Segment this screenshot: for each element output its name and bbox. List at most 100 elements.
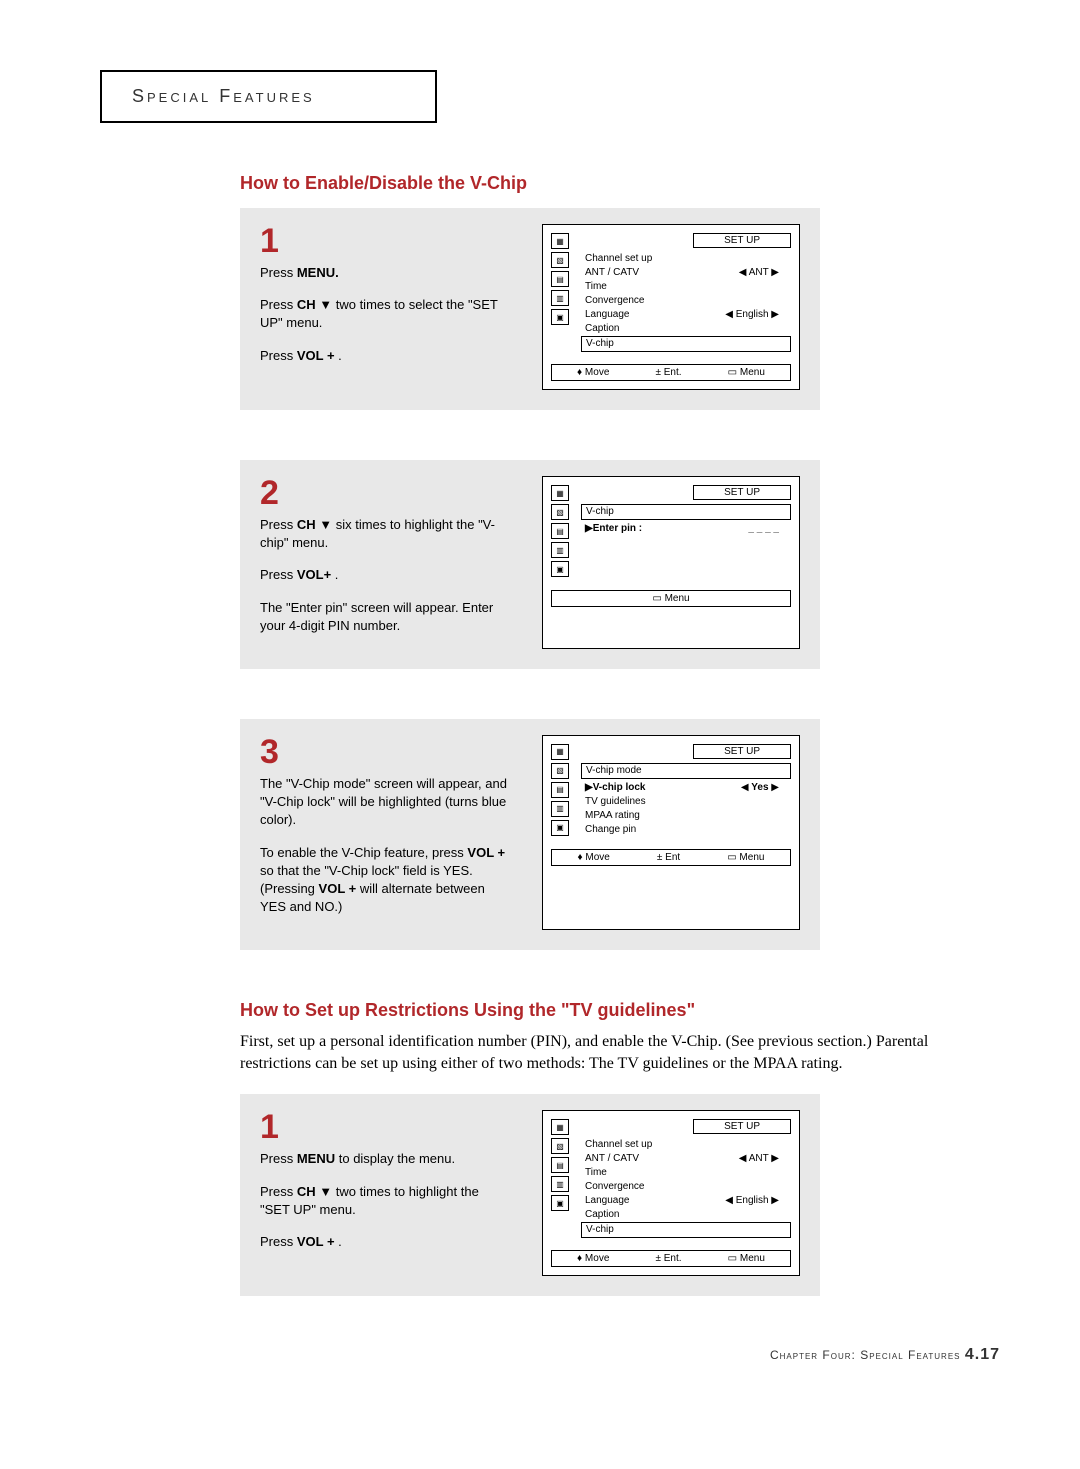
step-number: 1: [260, 1110, 510, 1144]
step-block: 3 The "V-Chip mode" screen will appear, …: [240, 719, 820, 950]
osd-side-icon: ▣: [551, 561, 569, 577]
osd-side-icon: ▣: [551, 309, 569, 325]
header-title: Special Features: [132, 86, 315, 106]
osd-side-icon: ▧: [551, 1138, 569, 1154]
osd-side-icon: ▤: [551, 271, 569, 287]
osd-item: ▶Enter pin : _ _ _ _: [581, 522, 791, 536]
osd-item-label: ▶Enter pin :: [585, 522, 642, 536]
page: Special Features How to Enable/Disable t…: [0, 0, 1080, 1404]
osd-footer-item: ▭ Menu: [727, 852, 764, 863]
osd-item: V-chip mode: [581, 763, 791, 779]
step-text-col: 2 Press CH ▼ six times to highlight the …: [260, 476, 510, 649]
osd-side-icon: ▦: [551, 1119, 569, 1135]
osd-footer: ♦ Move± Ent.▭ Menu: [551, 1250, 791, 1267]
osd-item-label: Time: [585, 280, 607, 294]
step-text-col: 1 Press MENU to display the menu.Press C…: [260, 1110, 510, 1276]
osd-footer-item: ± Ent.: [656, 367, 682, 378]
page-footer: Chapter Four: Special Features 4.17: [100, 1346, 1000, 1364]
step-paragraph: Press CH ▼ six times to highlight the "V…: [260, 516, 510, 552]
osd-item: Convergence: [581, 1180, 791, 1194]
step-block: 2 Press CH ▼ six times to highlight the …: [240, 460, 820, 669]
osd-side-icon: ▧: [551, 763, 569, 779]
osd-item: ▶V-chip lock ◀ Yes ▶: [581, 781, 791, 795]
steps-b-container: 1 Press MENU to display the menu.Press C…: [100, 1094, 1000, 1296]
osd-side-icon: ▥: [551, 290, 569, 306]
osd-side-icon: ▣: [551, 1195, 569, 1211]
osd-title: SET UP: [693, 744, 791, 759]
osd-screen: ▦▧▤▥▣ SET UP V-chip mode ▶V-chip lock ◀ …: [542, 735, 800, 930]
osd-item-label: Caption: [585, 322, 619, 336]
step-block: 1 Press MENU. Press CH ▼ two times to sel…: [240, 208, 820, 410]
osd-footer-item: ♦ Move: [578, 852, 610, 863]
osd-side-icon: ▥: [551, 1176, 569, 1192]
step-number: 1: [260, 224, 510, 258]
step-screen-col: ▦▧▤▥▣ SET UP V-chip ▶Enter pin : _ _ _ _…: [510, 476, 800, 649]
step-number: 2: [260, 476, 510, 510]
section-title-2: How to Set up Restrictions Using the "TV…: [240, 1000, 1000, 1021]
step-screen-col: ▦▧▤▥▣ SET UP V-chip mode ▶V-chip lock ◀ …: [510, 735, 800, 930]
osd-item-label: Language: [585, 1194, 630, 1208]
osd-footer-item: ± Ent.: [656, 1253, 682, 1264]
osd-footer: ♦ Move± Ent.▭ Menu: [551, 364, 791, 381]
osd-item: Caption: [581, 1208, 791, 1222]
osd-footer-item: ♦ Move: [577, 1253, 609, 1264]
osd-item-label: TV guidelines: [585, 795, 646, 809]
osd-side-icon: ▤: [551, 523, 569, 539]
osd-item-label: V-chip: [586, 505, 614, 519]
osd-footer: ♦ Move ± Ent ▭ Menu: [551, 849, 791, 866]
section-b-intro: First, set up a personal identification …: [240, 1031, 960, 1074]
osd-footer-item: ± Ent: [657, 852, 680, 863]
osd-body: Channel set up ANT / CATV ◀ ANT ▶ Time C…: [581, 1138, 791, 1238]
osd-item: Change pin: [581, 823, 791, 837]
step-paragraph: Press CH ▼ two times to select the "SET …: [260, 296, 510, 332]
osd-item-label: V-chip mode: [586, 764, 642, 778]
osd-side-icon: ▣: [551, 820, 569, 836]
osd-side-icons: ▦▧▤▥▣: [551, 485, 573, 580]
osd-item-label: Channel set up: [585, 1138, 652, 1152]
osd-side-icons: ▦▧▤▥▣: [551, 1119, 573, 1240]
osd-side-icon: ▦: [551, 485, 569, 501]
osd-item: V-chip: [581, 1222, 791, 1238]
osd-item: V-chip: [581, 336, 791, 352]
step-text-col: 1 Press MENU. Press CH ▼ two times to sel…: [260, 224, 510, 390]
osd-side-icon: ▦: [551, 233, 569, 249]
footer-text: Chapter Four: Special Features: [770, 1348, 961, 1362]
osd-item-label: Language: [585, 308, 630, 322]
osd-side-icon: ▤: [551, 782, 569, 798]
osd-item-label: V-chip: [586, 337, 614, 351]
step-paragraph: To enable the V-Chip feature, press VOL …: [260, 844, 510, 917]
osd-item-label: MPAA rating: [585, 809, 640, 823]
osd-body: V-chip mode ▶V-chip lock ◀ Yes ▶ TV guid…: [581, 763, 791, 837]
step-paragraph: Press VOL + .: [260, 1233, 510, 1251]
step-block: 1 Press MENU to display the menu.Press C…: [240, 1094, 820, 1296]
osd-item: Language ◀ English ▶: [581, 1194, 791, 1208]
osd-item: TV guidelines: [581, 795, 791, 809]
osd-side-icons: ▦ ▧ ▤ ▥ ▣: [551, 233, 573, 354]
osd-item-label: Convergence: [585, 1180, 644, 1194]
osd-body: Channel set up ANT / CATV ◀ ANT ▶ Time C…: [581, 252, 791, 352]
osd-title: SET UP: [693, 233, 791, 248]
osd-item: Time: [581, 280, 791, 294]
step-paragraph: Press CH ▼ two times to highlight the "S…: [260, 1183, 510, 1219]
osd-item: Time: [581, 1166, 791, 1180]
step-paragraph: Press MENU.: [260, 264, 510, 282]
osd-item-label: ANT / CATV: [585, 266, 639, 280]
osd-item: Convergence: [581, 294, 791, 308]
osd-footer-item: ▭ Menu: [652, 593, 689, 604]
osd-item: ANT / CATV ◀ ANT ▶: [581, 1152, 791, 1166]
osd-item-label: Time: [585, 1166, 607, 1180]
step-paragraph: The "Enter pin" screen will appear. Ente…: [260, 599, 510, 635]
osd-side-icon: ▦: [551, 744, 569, 760]
osd-item-label: ▶V-chip lock: [585, 781, 645, 795]
osd-item: ANT / CATV ◀ ANT ▶: [581, 266, 791, 280]
osd-side-icons: ▦▧▤▥▣: [551, 744, 573, 839]
steps-a-container: 1 Press MENU. Press CH ▼ two times to sel…: [100, 208, 1000, 950]
osd-footer-item: ♦ Move: [577, 367, 609, 378]
osd-item: V-chip: [581, 504, 791, 520]
step-paragraph: Press VOL+ .: [260, 566, 510, 584]
step-screen-col: ▦▧▤▥▣ SET UP Channel set up ANT / CATV ◀…: [510, 1110, 800, 1276]
step-number: 3: [260, 735, 510, 769]
osd-side-icon: ▧: [551, 252, 569, 268]
osd-item-label: Convergence: [585, 294, 644, 308]
osd-item-label: Channel set up: [585, 252, 652, 266]
